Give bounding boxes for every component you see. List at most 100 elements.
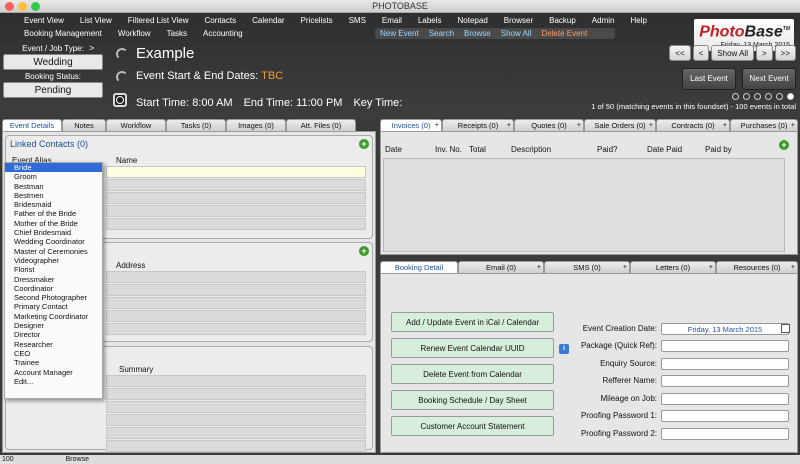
record-menu-item[interactable]: Show All — [496, 28, 537, 39]
menu-item[interactable]: Pricelists — [293, 15, 341, 26]
tab-left[interactable]: Event Details — [2, 119, 62, 131]
alias-option[interactable]: Master of Ceremonies — [5, 247, 102, 256]
tab-booking[interactable]: SMS (0) + — [544, 261, 630, 273]
alias-option[interactable]: Bridesmaid — [5, 200, 102, 209]
page-dot-active[interactable] — [787, 93, 794, 100]
plus-icon[interactable]: + — [649, 120, 653, 131]
plus-icon[interactable]: + — [507, 120, 511, 131]
start-time[interactable]: Start Time: 8:00 AM — [136, 97, 233, 109]
summary-row[interactable] — [106, 427, 366, 439]
tab-left[interactable]: Tasks (0) — [166, 119, 226, 131]
menu-item[interactable]: Help — [622, 15, 654, 26]
end-time[interactable]: End Time: 11:00 PM — [244, 97, 343, 109]
summary-row[interactable] — [106, 388, 366, 400]
booking-field-input[interactable] — [661, 357, 789, 370]
booking-action-button[interactable]: Booking Schedule / Day Sheet — [391, 390, 554, 410]
menu-item[interactable]: Notepad — [450, 15, 496, 26]
plus-icon[interactable]: + — [723, 120, 727, 131]
alias-option[interactable]: Primary Contact — [5, 302, 102, 311]
menu-item[interactable]: SMS — [341, 15, 374, 26]
venue-row[interactable] — [106, 284, 366, 296]
add-invoice-icon[interactable]: + — [779, 140, 789, 150]
alias-option[interactable]: Second Photographer — [5, 293, 102, 302]
tab-booking[interactable]: Letters (0) + — [630, 261, 716, 273]
plus-icon[interactable]: + — [577, 120, 581, 131]
record-menu-item[interactable]: New Event — [375, 28, 424, 39]
creation-date-field[interactable]: Friday, 13 March 2015 — [661, 323, 789, 335]
contact-row[interactable] — [106, 218, 366, 230]
alias-option[interactable]: Mother of the Bride — [5, 219, 102, 228]
booking-field-input[interactable] — [661, 340, 789, 352]
plus-icon[interactable]: + — [791, 120, 795, 131]
alias-option[interactable]: Marketing Coordinator — [5, 312, 102, 321]
venue-row[interactable] — [106, 310, 366, 322]
menu-item[interactable]: Filtered List View — [120, 15, 197, 26]
add-contact-icon[interactable]: + — [359, 139, 369, 149]
booking-field-input[interactable] — [661, 410, 789, 422]
event-dates-value[interactable]: TBC — [261, 70, 283, 82]
alias-option[interactable]: Chief Bridesmaid — [5, 228, 102, 237]
tab-finance[interactable]: Invoices (0) + — [380, 119, 442, 131]
venue-row[interactable] — [106, 323, 366, 335]
add-venue-icon[interactable]: + — [359, 246, 369, 256]
record-menu-item[interactable]: Browse — [459, 28, 496, 39]
venue-row[interactable] — [106, 297, 366, 309]
event-alias-dropdown[interactable]: Bride Groom Bestman Bestmen Bridesmaid Father… — [4, 162, 103, 399]
prev-record-button[interactable]: < — [692, 45, 710, 61]
tab-left[interactable]: Att. Files (0) — [286, 119, 356, 131]
menu-item[interactable]: Admin — [584, 15, 623, 26]
last-event-button[interactable]: Last Event — [682, 68, 736, 90]
event-type-field[interactable]: Wedding — [3, 54, 103, 70]
page-dot[interactable] — [754, 93, 761, 100]
tab-left[interactable]: Notes — [62, 119, 106, 131]
next-event-button[interactable]: Next Event — [742, 68, 796, 90]
summary-row[interactable] — [106, 414, 366, 426]
tab-finance[interactable]: Receipts (0) + — [442, 119, 514, 131]
booking-action-button[interactable]: Customer Account Statement — [391, 416, 554, 436]
contact-row[interactable] — [106, 179, 366, 191]
page-dot[interactable] — [765, 93, 772, 100]
alias-option[interactable]: Florist — [5, 265, 102, 274]
alias-option[interactable]: Groom — [5, 172, 102, 181]
tab-booking[interactable]: Resources (0) + — [716, 261, 798, 273]
plus-icon[interactable]: + — [537, 262, 541, 273]
menu-item[interactable]: Email — [374, 15, 410, 26]
tab-finance[interactable]: Contracts (0) + — [656, 119, 730, 131]
alias-option[interactable]: CEO — [5, 349, 102, 358]
menu-item[interactable]: Backup — [541, 15, 584, 26]
show-all-button[interactable]: Show All — [711, 45, 754, 61]
last-record-button[interactable]: >> — [774, 45, 796, 61]
booking-action-button[interactable]: Add / Update Event in iCal / Calendar — [391, 312, 554, 332]
alias-option[interactable]: Designer — [5, 321, 102, 330]
alias-option[interactable]: Bride — [5, 163, 102, 173]
plus-icon[interactable]: + — [435, 120, 439, 131]
menu-item[interactable]: Labels — [410, 15, 450, 26]
tab-left[interactable]: Workflow — [106, 119, 166, 131]
alias-option[interactable]: Account Manager — [5, 368, 102, 377]
menu-item[interactable]: Browser — [496, 15, 541, 26]
alias-option[interactable]: Dressmaker — [5, 275, 102, 284]
menu-item[interactable]: Event View — [16, 15, 72, 26]
page-dot[interactable] — [743, 93, 750, 100]
invoice-list[interactable] — [383, 158, 785, 252]
menu-item[interactable]: Workflow — [110, 28, 159, 39]
booking-field-input[interactable] — [661, 427, 789, 440]
booking-status-field[interactable]: Pending — [3, 82, 103, 98]
plus-icon[interactable]: + — [623, 262, 627, 273]
calendar-icon[interactable] — [781, 324, 790, 333]
tab-booking[interactable]: Email (0) + — [458, 261, 544, 273]
first-record-button[interactable]: << — [669, 45, 691, 61]
menu-item[interactable]: List View — [72, 15, 120, 26]
next-record-button[interactable]: > — [755, 45, 773, 61]
alias-option[interactable]: Father of the Bride — [5, 209, 102, 218]
summary-row[interactable] — [106, 401, 366, 413]
tab-finance[interactable]: Sale Orders (0) + — [584, 119, 656, 131]
alias-option[interactable]: Videographer — [5, 256, 102, 265]
record-menu-item[interactable]: Search — [424, 28, 459, 39]
tab-booking[interactable]: Booking Detail — [380, 261, 458, 273]
summary-row[interactable] — [106, 375, 366, 387]
zoom-window-button[interactable] — [31, 2, 40, 11]
alias-option[interactable]: Trainee — [5, 358, 102, 367]
zoom-level[interactable]: 100 — [2, 456, 14, 463]
plus-icon[interactable]: + — [709, 262, 713, 273]
